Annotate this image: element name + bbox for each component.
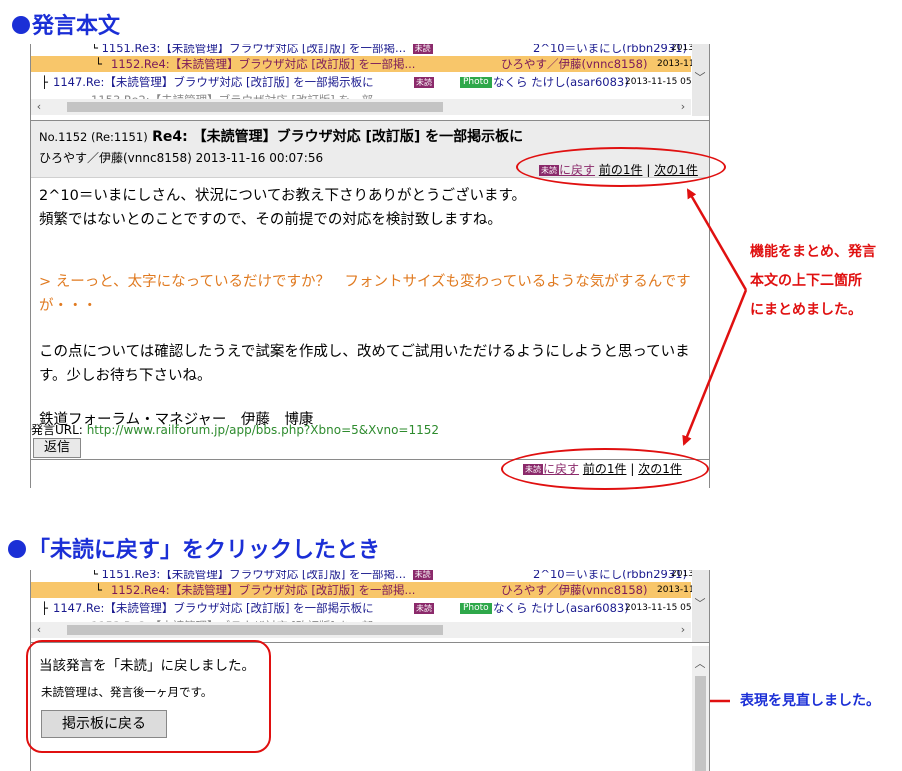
photo-badge: Photo <box>460 603 492 614</box>
thread-tree: └ 1151.Re3:【未読管理】ブラウザ対応 [改訂版] を一部掲... 未読… <box>31 570 709 642</box>
tree-vertical-scrollbar[interactable]: ﹀ <box>692 570 709 642</box>
tree-row-title[interactable]: 1152.Re4:【未読管理】ブラウザ対応 [改訂版] を一部掲... <box>111 582 415 598</box>
tree-row-1147[interactable]: ├ 1147.Re:【未読管理】ブラウザ対応 [改訂版] を一部掲示板に 未読 … <box>31 600 700 616</box>
tree-row-title[interactable]: 1151.Re3:【未読管理】ブラウザ対応 [改訂版] を一部掲... <box>102 570 406 581</box>
tree-horizontal-scrollbar[interactable]: ‹ › <box>31 622 691 638</box>
tree-row-title[interactable]: 1147.Re:【未読管理】ブラウザ対応 [改訂版] を一部掲示板に <box>53 600 374 616</box>
annotation-text-1: 機能をまとめ、発言 本文の上下二箇所 にまとめました。 <box>750 244 876 318</box>
content-vertical-scrollbar[interactable]: ︿ <box>692 646 709 771</box>
scroll-up-icon[interactable]: ︿ <box>692 656 708 672</box>
tree-connector-icon: ├ <box>41 601 48 615</box>
arrow-to-top-nav-icon <box>686 188 748 291</box>
arrow-to-bottom-nav-icon <box>682 289 748 446</box>
tree-connector-icon: └ <box>95 583 102 597</box>
unread-badge: 未読 <box>412 570 433 580</box>
tree-row-author: なくら たけし(asar6083) <box>493 601 629 615</box>
bullet-dot-icon <box>8 540 26 558</box>
scroll-thumb[interactable] <box>695 676 706 771</box>
scroll-left-icon[interactable]: ‹ <box>31 622 47 638</box>
tree-connector-icon: └ <box>91 570 98 581</box>
highlight-box-result <box>26 640 271 753</box>
scroll-down-icon[interactable]: ﹀ <box>692 596 708 612</box>
annotation-text-2: 表現を見直しました。 <box>740 693 880 709</box>
tree-row-author: 2^10＝いまにし(rbbn2931) <box>533 570 687 581</box>
tree-row-date: 2013-11-15 05:0 <box>625 603 701 613</box>
unread-badge: 未読 <box>414 603 434 614</box>
tree-row-date: 2013-11 <box>657 585 695 595</box>
scroll-right-icon[interactable]: › <box>675 622 691 638</box>
scroll-thumb[interactable] <box>67 625 443 635</box>
tree-row-1152-selected[interactable]: └ 1152.Re4:【未読管理】ブラウザ対応 [改訂版] を一部掲... ひろ… <box>31 582 695 598</box>
tree-row-1151[interactable]: └ 1151.Re3:【未読管理】ブラウザ対応 [改訂版] を一部掲... 未読… <box>91 570 709 582</box>
section-title-after-click: 「未読に戻す」をクリックしたとき <box>8 532 380 564</box>
tree-row-author: ひろやす／伊藤(vnnc8158) <box>501 583 648 597</box>
